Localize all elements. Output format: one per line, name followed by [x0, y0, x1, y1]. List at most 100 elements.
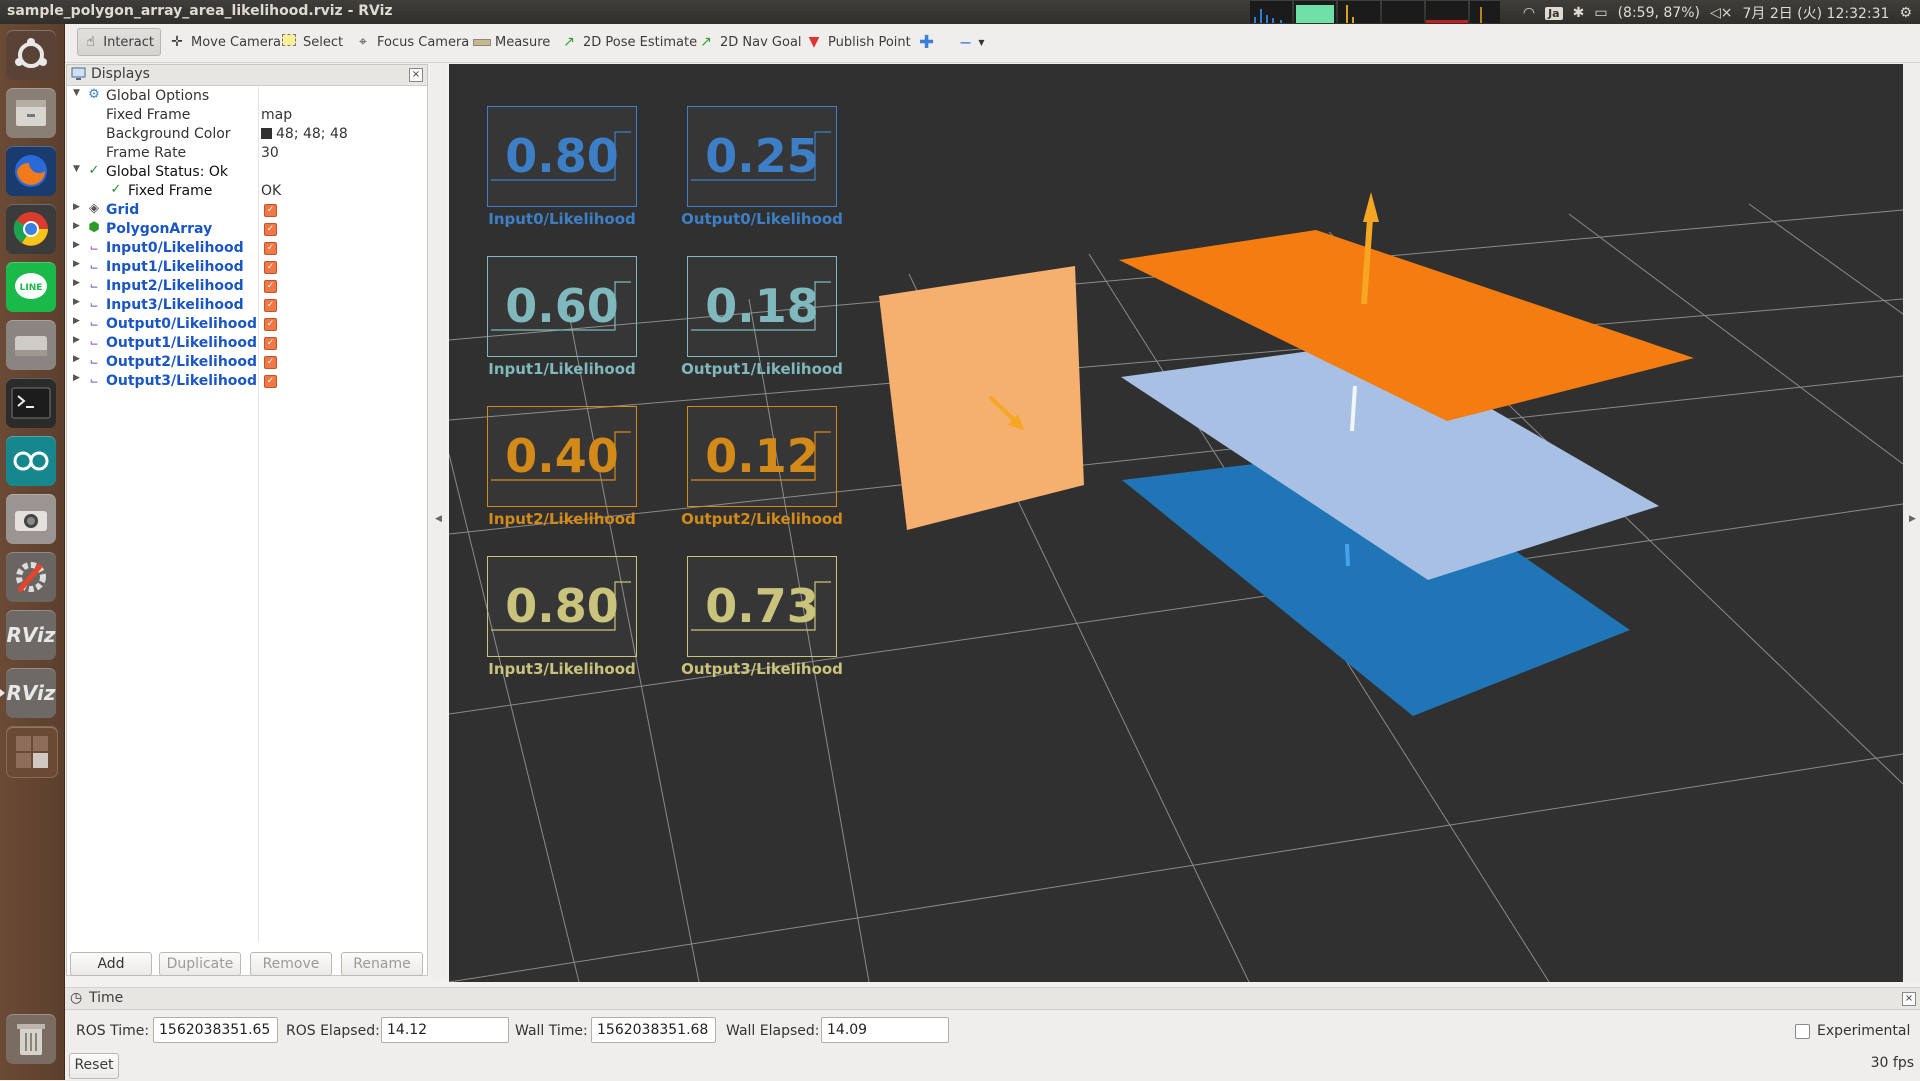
tree-row-background-color[interactable]: Background Color 48; 48; 48 [67, 125, 427, 144]
expand-icon[interactable]: ▼ [73, 88, 80, 98]
enable-checkbox[interactable]: ✓ [264, 261, 277, 274]
pose-estimate-tool-button[interactable]: ↗ 2D Pose Estimate [555, 28, 703, 56]
fixed-frame-value[interactable]: map [261, 107, 292, 123]
tree-row-fixed-frame[interactable]: Fixed Frame map [67, 106, 427, 125]
render-view[interactable]: 0.80 Input0/Likelihood 0.25 Output0/Likelih… [449, 64, 1903, 982]
trash-icon[interactable] [6, 1014, 56, 1064]
focus-camera-tool-button[interactable]: ⌖ Focus Camera [349, 28, 475, 56]
enable-checkbox[interactable]: ✓ [264, 375, 277, 388]
expand-icon[interactable]: ▼ [73, 164, 80, 174]
close-icon[interactable]: × [1902, 992, 1916, 1006]
experimental-checkbox[interactable] [1795, 1024, 1810, 1039]
bluetooth-icon[interactable]: ✱ [1573, 5, 1585, 21]
tree-row-grid[interactable]: ▶ ◈ Grid ✓ [67, 201, 427, 220]
rviz-icon-active[interactable]: RViz [0, 668, 56, 718]
expand-icon[interactable]: ▶ [73, 221, 80, 231]
tree-row-global-status[interactable]: ▼ ✓ Global Status: Ok [67, 163, 427, 182]
tree-row-global-options[interactable]: ▼ ⚙ Global Options [67, 87, 427, 106]
background-color-value[interactable]: 48; 48; 48 [261, 126, 348, 142]
tree-row-output2[interactable]: ▶ ⨽ Output2/Likelihood ✓ [67, 353, 427, 372]
expand-icon[interactable]: ▶ [73, 259, 80, 269]
add-tool-button[interactable]: ✚ [913, 28, 940, 56]
collapse-left-icon[interactable]: ◀ [435, 514, 442, 524]
move-camera-tool-button[interactable]: ✛ Move Camera [163, 28, 287, 56]
disk-icon[interactable] [6, 320, 56, 370]
enable-checkbox[interactable]: ✓ [264, 242, 277, 255]
remove-tool-dropdown[interactable]: − ▼ [953, 28, 991, 56]
chrome-icon[interactable] [6, 204, 56, 254]
expand-icon[interactable]: ▶ [73, 278, 80, 288]
enable-checkbox[interactable]: ✓ [264, 337, 277, 350]
overlay-value: 0.18 [705, 279, 819, 333]
battery-icon[interactable]: ▭ [1594, 5, 1607, 21]
workspace-switcher-icon[interactable] [6, 726, 58, 778]
tree-row-input1[interactable]: ▶ ⨽ Input1/Likelihood ✓ [67, 258, 427, 277]
tree-row-frame-rate[interactable]: Frame Rate 30 [67, 144, 427, 163]
rename-display-button[interactable]: Rename [341, 952, 423, 976]
expand-icon[interactable]: ▶ [73, 316, 80, 326]
wifi-icon[interactable]: ◠ [1523, 5, 1535, 21]
add-display-button[interactable]: Add [70, 952, 152, 976]
overlay-label: Input1/Likelihood [488, 360, 636, 378]
enable-checkbox[interactable]: ✓ [264, 204, 277, 217]
firefox-icon[interactable] [6, 146, 56, 196]
measure-tool-button[interactable]: Measure [467, 28, 556, 56]
ros-elapsed-field[interactable] [381, 1017, 509, 1043]
tree-row-input2[interactable]: ▶ ⨽ Input2/Likelihood ✓ [67, 277, 427, 296]
expand-icon[interactable]: ▶ [73, 373, 80, 383]
ros-time-field[interactable] [153, 1017, 278, 1043]
remove-display-button[interactable]: Remove [250, 952, 332, 976]
frame-rate-value[interactable]: 30 [261, 145, 279, 161]
duplicate-display-button[interactable]: Duplicate [159, 952, 241, 976]
ime-indicator[interactable]: Ja [1545, 6, 1563, 20]
close-icon[interactable]: × [409, 68, 423, 82]
publish-point-tool-button[interactable]: ▼ Publish Point [800, 28, 917, 56]
arduino-icon[interactable] [6, 436, 56, 486]
file-manager-icon[interactable] [6, 88, 56, 138]
wall-elapsed-label: Wall Elapsed: [726, 1023, 820, 1039]
wall-time-field[interactable] [591, 1017, 716, 1043]
enable-checkbox[interactable]: ✓ [264, 280, 277, 293]
expand-icon[interactable]: ▶ [73, 240, 80, 250]
clock[interactable]: 7月 2日 (火) 12:32:31 [1742, 3, 1889, 23]
move-camera-label: Move Camera [191, 34, 282, 50]
enable-checkbox[interactable]: ✓ [264, 299, 277, 312]
ubuntu-dash-icon[interactable] [6, 30, 56, 80]
gear-icon[interactable]: ⚙ [1899, 5, 1912, 21]
monitor-icon [71, 67, 86, 85]
collapse-right-icon[interactable]: ▶ [1909, 514, 1916, 524]
tree-row-input0[interactable]: ▶ ⨽ Input0/Likelihood ✓ [67, 239, 427, 258]
nav-goal-tool-button[interactable]: ↗ 2D Nav Goal [692, 28, 808, 56]
enable-checkbox[interactable]: ✓ [264, 223, 277, 236]
enable-checkbox[interactable]: ✓ [264, 356, 277, 369]
panel-splitter[interactable]: ◀ [430, 64, 446, 979]
reset-button[interactable]: Reset [69, 1053, 119, 1079]
line-app-icon[interactable]: LINE [6, 262, 56, 312]
tree-row-output3[interactable]: ▶ ⨽ Output3/Likelihood ✓ [67, 372, 427, 391]
tree-row-polygon-array[interactable]: ▶ ⬢ PolygonArray ✓ [67, 220, 427, 239]
screenshot-icon[interactable] [6, 494, 56, 544]
expand-icon[interactable]: ▶ [73, 297, 80, 307]
tree-row-output0[interactable]: ▶ ⨽ Output0/Likelihood ✓ [67, 315, 427, 334]
time-panel: ◷ Time × ROS Time: ROS Elapsed: Wall Tim… [65, 987, 1920, 1081]
expand-icon[interactable]: ▶ [73, 335, 80, 345]
enable-checkbox[interactable]: ✓ [264, 318, 277, 331]
right-splitter[interactable]: ▶ [1903, 64, 1920, 982]
tree-row-status-fixed-frame[interactable]: ✓ Fixed Frame OK [67, 182, 427, 201]
rviz-icon[interactable]: RViz [6, 610, 56, 660]
top-panel: sample_polygon_array_area_likelihood.rvi… [0, 0, 1920, 24]
battery-status[interactable]: (8:59, 87%) [1618, 5, 1700, 21]
volume-icon[interactable]: ◁× [1710, 5, 1733, 21]
checkmark-icon: ✓ [88, 163, 100, 178]
interact-tool-button[interactable]: ☝ Interact [77, 28, 161, 56]
tree-row-output1[interactable]: ▶ ⨽ Output1/Likelihood ✓ [67, 334, 427, 353]
system-settings-icon[interactable] [6, 552, 56, 602]
wall-elapsed-field[interactable] [821, 1017, 949, 1043]
expand-icon[interactable]: ▶ [73, 202, 80, 212]
tree-row-input3[interactable]: ▶ ⨽ Input3/Likelihood ✓ [67, 296, 427, 315]
overlay-value: 0.40 [505, 429, 619, 483]
tree-label: Frame Rate [106, 145, 187, 161]
select-tool-button[interactable]: Select [275, 28, 349, 56]
terminal-icon[interactable] [6, 378, 56, 428]
expand-icon[interactable]: ▶ [73, 354, 80, 364]
